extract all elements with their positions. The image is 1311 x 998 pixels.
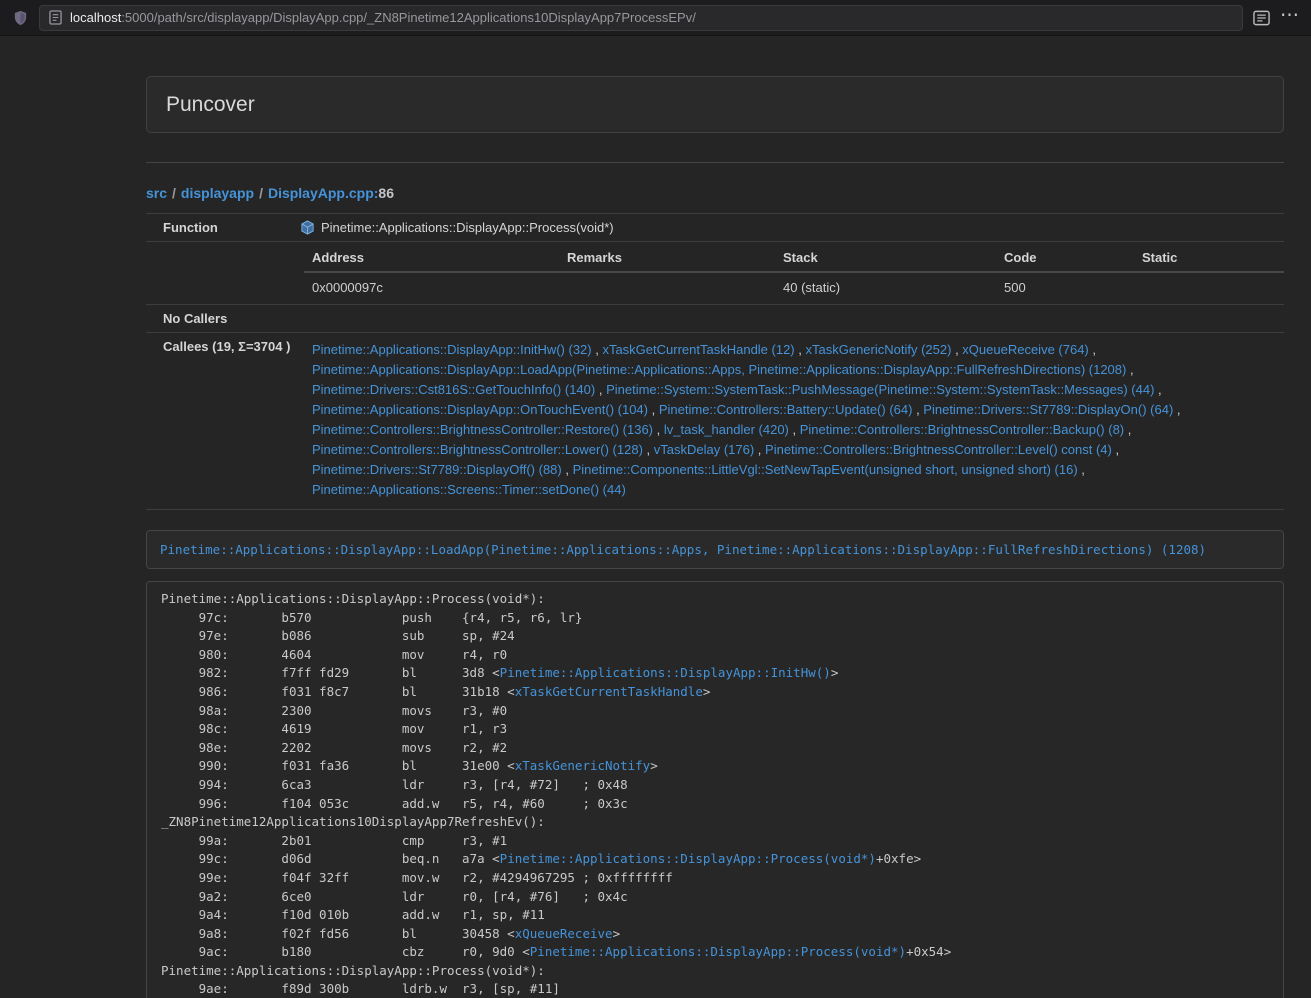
callees-list: Pinetime::Applications::DisplayApp::Init… bbox=[292, 333, 1284, 510]
callees-row: Callees (19, Σ=3704 ) Pinetime::Applicat… bbox=[146, 333, 1284, 510]
callee-link[interactable]: Pinetime::Controllers::BrightnessControl… bbox=[312, 442, 643, 457]
callee-link[interactable]: xTaskGetCurrentTaskHandle (12) bbox=[602, 342, 794, 357]
column-header-address: Address bbox=[304, 244, 559, 272]
callee-separator: , bbox=[789, 422, 800, 437]
page-title: Puncover bbox=[166, 93, 255, 116]
remarks-value bbox=[559, 272, 775, 302]
no-callers-row: No Callers bbox=[146, 305, 1284, 333]
callee-separator: , bbox=[754, 442, 765, 457]
no-callers-label: No Callers bbox=[146, 305, 292, 333]
breadcrumb-line-number: 86 bbox=[378, 185, 394, 201]
page-icon bbox=[49, 10, 62, 25]
reading-list-icon bbox=[1253, 10, 1270, 26]
largest-callee-link[interactable]: Pinetime::Applications::DisplayApp::Load… bbox=[160, 542, 1206, 557]
disassembly-symbol-link[interactable]: Pinetime::Applications::DisplayApp::Proc… bbox=[500, 851, 876, 866]
callee-separator: , bbox=[643, 442, 654, 457]
disassembly-symbol-link[interactable]: xQueueReceive bbox=[515, 926, 613, 941]
callee-link[interactable]: Pinetime::Controllers::BrightnessControl… bbox=[800, 422, 1124, 437]
function-row-label: Function bbox=[146, 214, 292, 242]
callee-separator: , bbox=[1089, 342, 1096, 357]
divider bbox=[146, 162, 1284, 163]
url-path: :5000/path/src/displayapp/DisplayApp.cpp… bbox=[121, 10, 696, 25]
callee-separator: , bbox=[912, 402, 923, 417]
callee-link[interactable]: Pinetime::Applications::DisplayApp::Init… bbox=[312, 342, 592, 357]
callee-link[interactable]: Pinetime::Drivers::St7789::DisplayOff() … bbox=[312, 462, 562, 477]
callee-link[interactable]: vTaskDelay (176) bbox=[654, 442, 754, 457]
stats-table: Address Remarks Stack Code Static 0x0000… bbox=[304, 244, 1284, 302]
function-row: Function Pinetime::Applications::Display… bbox=[146, 214, 1284, 242]
disassembly-symbol-link[interactable]: Pinetime::Applications::DisplayApp::Init… bbox=[500, 665, 831, 680]
callees-label: Callees (19, Σ=3704 ) bbox=[146, 333, 292, 510]
callee-separator: , bbox=[653, 422, 664, 437]
column-header-remarks: Remarks bbox=[559, 244, 775, 272]
callee-link[interactable]: Pinetime::Controllers::Battery::Update()… bbox=[659, 402, 913, 417]
shield-extension-button[interactable] bbox=[12, 9, 29, 27]
url-text: localhost:5000/path/src/displayapp/Displ… bbox=[70, 10, 696, 25]
static-value bbox=[1134, 272, 1284, 302]
callee-link[interactable]: Pinetime::System::SystemTask::PushMessag… bbox=[606, 382, 1154, 397]
column-header-static: Static bbox=[1134, 244, 1284, 272]
breadcrumb-separator: / bbox=[172, 185, 176, 201]
url-bar[interactable]: localhost:5000/path/src/displayapp/Displ… bbox=[39, 5, 1243, 31]
function-name: Pinetime::Applications::DisplayApp::Proc… bbox=[321, 220, 614, 235]
callee-separator: , bbox=[1124, 422, 1131, 437]
stats-value-row: 0x0000097c 40 (static) 500 bbox=[304, 272, 1284, 302]
browser-menu-button[interactable]: ⋯ bbox=[1280, 6, 1299, 29]
breadcrumb: src / displayapp / DisplayApp.cpp:86 bbox=[146, 185, 1284, 201]
callee-link[interactable]: Pinetime::Controllers::BrightnessControl… bbox=[312, 422, 653, 437]
callee-separator: , bbox=[595, 382, 606, 397]
disassembly: Pinetime::Applications::DisplayApp::Proc… bbox=[146, 581, 1284, 998]
callee-link[interactable]: xTaskGenericNotify (252) bbox=[806, 342, 952, 357]
callee-separator: , bbox=[1154, 382, 1161, 397]
callee-separator: , bbox=[1126, 362, 1133, 377]
app-header: Puncover bbox=[146, 76, 1284, 133]
function-details-table: Function Pinetime::Applications::Display… bbox=[146, 213, 1284, 510]
callee-link[interactable]: Pinetime::Applications::Screens::Timer::… bbox=[312, 482, 626, 497]
address-value: 0x0000097c bbox=[304, 272, 559, 302]
url-host: localhost bbox=[70, 10, 121, 25]
callee-separator: , bbox=[562, 462, 573, 477]
stack-value: 40 (static) bbox=[775, 272, 996, 302]
browser-toolbar: localhost:5000/path/src/displayapp/Displ… bbox=[0, 0, 1311, 36]
callee-link[interactable]: Pinetime::Applications::DisplayApp::Load… bbox=[312, 362, 1126, 377]
breadcrumb-separator: / bbox=[259, 185, 263, 201]
callee-separator: , bbox=[1173, 402, 1180, 417]
callee-link[interactable]: xQueueReceive (764) bbox=[962, 342, 1088, 357]
callee-separator: , bbox=[951, 342, 962, 357]
disassembly-symbol-link[interactable]: xTaskGenericNotify bbox=[515, 758, 650, 773]
code-value: 500 bbox=[996, 272, 1134, 302]
function-stats-row: Address Remarks Stack Code Static 0x0000… bbox=[146, 242, 1284, 305]
largest-callee-panel: Pinetime::Applications::DisplayApp::Load… bbox=[146, 530, 1284, 569]
callee-link[interactable]: Pinetime::Drivers::St7789::DisplayOn() (… bbox=[923, 402, 1173, 417]
breadcrumb-src-link[interactable]: src bbox=[146, 185, 167, 201]
callee-separator: , bbox=[648, 402, 659, 417]
column-header-stack: Stack bbox=[775, 244, 996, 272]
callee-link[interactable]: Pinetime::Applications::DisplayApp::OnTo… bbox=[312, 402, 648, 417]
callee-link[interactable]: Pinetime::Controllers::BrightnessControl… bbox=[765, 442, 1112, 457]
reading-list-button[interactable] bbox=[1253, 10, 1270, 26]
callee-link[interactable]: Pinetime::Components::LittleVgl::SetNewT… bbox=[573, 462, 1078, 477]
callee-separator: , bbox=[1078, 462, 1085, 477]
disassembly-symbol-link[interactable]: Pinetime::Applications::DisplayApp::Proc… bbox=[530, 944, 906, 959]
page-content: Puncover src / displayapp / DisplayApp.cpp:8… bbox=[146, 76, 1284, 998]
shield-icon bbox=[12, 9, 29, 27]
callee-separator: , bbox=[592, 342, 603, 357]
callee-link[interactable]: lv_task_handler (420) bbox=[664, 422, 789, 437]
callee-separator: , bbox=[1112, 442, 1119, 457]
breadcrumb-displayapp-link[interactable]: displayapp bbox=[181, 185, 254, 201]
column-header-code: Code bbox=[996, 244, 1134, 272]
breadcrumb-file-link[interactable]: DisplayApp.cpp: bbox=[268, 185, 378, 201]
disassembly-symbol-link[interactable]: xTaskGetCurrentTaskHandle bbox=[515, 684, 703, 699]
callee-link[interactable]: Pinetime::Drivers::Cst816S::GetTouchInfo… bbox=[312, 382, 595, 397]
callee-separator: , bbox=[795, 342, 806, 357]
function-icon bbox=[300, 220, 315, 235]
